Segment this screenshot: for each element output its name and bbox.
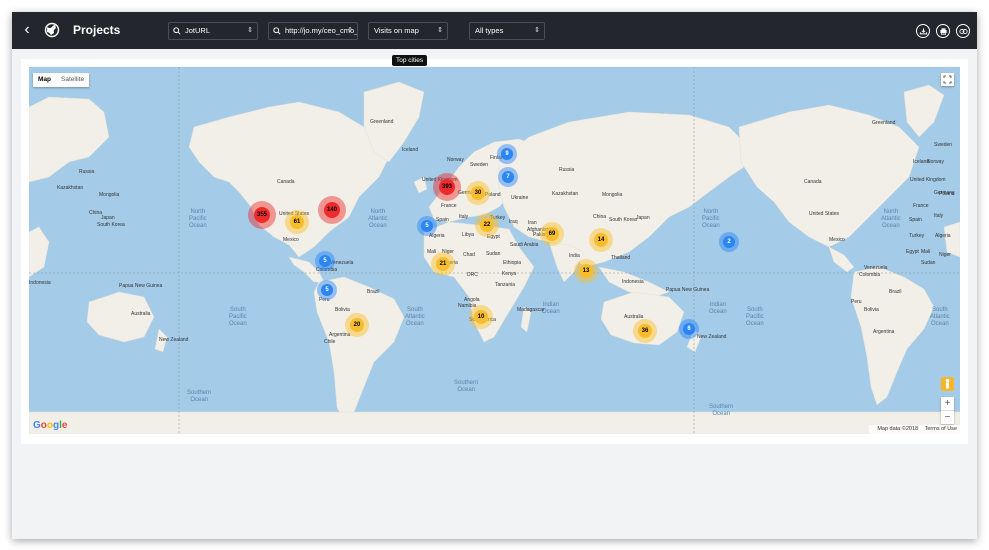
visit-cluster-marker[interactable]: 5 — [317, 280, 337, 300]
visit-cluster-count: 5 — [421, 220, 433, 232]
street-view-pegman-icon[interactable] — [941, 377, 954, 391]
visit-cluster-count: 7 — [502, 171, 514, 183]
visit-cluster-marker[interactable]: 21 — [431, 252, 455, 276]
visit-cluster-count: 14 — [594, 233, 608, 247]
dropdown-arrow-icon: ⇕ — [347, 27, 353, 34]
type-filter-value: All types — [475, 26, 504, 35]
zoom-control: + − — [941, 397, 954, 424]
visit-cluster-count: 13 — [579, 264, 593, 278]
zoom-out-button[interactable]: − — [941, 411, 954, 424]
page-title: Projects — [73, 23, 121, 37]
visit-cluster-marker[interactable]: 355 — [248, 201, 276, 229]
visit-cluster-count: 22 — [480, 218, 494, 232]
visit-cluster-marker[interactable]: 9 — [497, 144, 517, 164]
visit-cluster-marker[interactable]: 7 — [498, 167, 518, 187]
chart-type-dropdown[interactable]: Visits on map ⇕ — [368, 22, 448, 40]
visit-cluster-marker[interactable]: 20 — [345, 313, 369, 337]
visit-cluster-count: 21 — [436, 257, 450, 271]
visit-cluster-count: 36 — [638, 324, 652, 338]
chart-type-value: Visits on map — [374, 26, 419, 35]
visit-cluster-count: 69 — [545, 227, 559, 241]
zoom-in-button[interactable]: + — [941, 397, 954, 410]
visit-cluster-count: 140 — [324, 202, 340, 218]
visit-cluster-marker[interactable]: 5 — [417, 216, 437, 236]
visit-cluster-marker[interactable]: 6 — [679, 319, 699, 339]
dropdown-arrow-icon: ⇕ — [534, 27, 540, 34]
visit-cluster-count: 393 — [439, 179, 455, 195]
visit-cluster-marker[interactable]: 61 — [285, 210, 309, 234]
visit-cluster-count: 5 — [319, 255, 331, 267]
visit-cluster-count: 355 — [254, 207, 270, 223]
visit-cluster-marker[interactable]: 22 — [475, 213, 499, 237]
map-card: Map Satellite + − Google Map data ©2018 … — [21, 59, 968, 444]
visit-cluster-marker[interactable]: 14 — [589, 228, 613, 252]
dropdown-arrow-icon: ⇕ — [247, 27, 253, 34]
search-icon — [273, 27, 281, 35]
map-land — [29, 67, 960, 434]
visit-cluster-marker[interactable]: 13 — [574, 259, 598, 283]
project-search-value: JotURL — [185, 26, 211, 35]
compare-icon[interactable] — [956, 24, 970, 38]
google-logo: Google — [33, 420, 68, 431]
print-icon[interactable] — [936, 24, 950, 38]
visit-cluster-count: 9 — [501, 148, 513, 160]
visit-cluster-count: 20 — [350, 318, 364, 332]
visit-cluster-count: 5 — [321, 284, 333, 296]
map-type-satellite-button[interactable]: Satellite — [56, 73, 89, 87]
link-search-dropdown[interactable]: http://jo.my/ceo_cmo_ ⇕ — [268, 22, 358, 40]
visit-cluster-count: 30 — [471, 186, 485, 200]
visit-cluster-count: 2 — [723, 236, 735, 248]
chevron-left-icon[interactable]: ‹ — [18, 21, 36, 39]
app-window: ‹ Projects JotURL ⇕ http://jo.my/ceo_cmo… — [12, 12, 977, 539]
visit-cluster-marker[interactable]: 2 — [719, 232, 739, 252]
map-type-map-button[interactable]: Map — [33, 73, 56, 87]
download-icon[interactable] — [916, 24, 930, 38]
world-map[interactable]: Map Satellite + − Google Map data ©2018 … — [29, 67, 960, 434]
visit-cluster-count: 10 — [474, 310, 488, 324]
map-type-control: Map Satellite — [33, 73, 90, 87]
visit-cluster-marker[interactable]: 140 — [318, 196, 346, 224]
globe-icon[interactable] — [44, 22, 60, 38]
type-filter-dropdown[interactable]: All types ⇕ — [469, 22, 545, 40]
top-navigation-bar: ‹ Projects JotURL ⇕ http://jo.my/ceo_cmo… — [12, 12, 977, 49]
map-data-text: Map data ©2018 — [877, 426, 919, 432]
visit-cluster-marker[interactable]: 10 — [469, 305, 493, 329]
visit-cluster-marker[interactable]: 69 — [540, 222, 564, 246]
dropdown-arrow-icon: ⇕ — [437, 27, 443, 34]
project-search-dropdown[interactable]: JotURL ⇕ — [168, 22, 258, 40]
visit-cluster-marker[interactable]: 5 — [315, 251, 335, 271]
map-attribution: Map data ©2018 Terms of Use — [869, 425, 960, 434]
visit-cluster-count: 61 — [290, 215, 304, 229]
fullscreen-icon[interactable] — [941, 73, 954, 86]
visit-cluster-marker[interactable]: 30 — [466, 181, 490, 205]
visit-cluster-marker[interactable]: 393 — [433, 173, 461, 201]
search-icon — [173, 27, 181, 35]
visit-cluster-count: 6 — [683, 323, 695, 335]
tooltip-top-cities: Top cities — [392, 55, 428, 66]
visit-cluster-marker[interactable]: 36 — [633, 319, 657, 343]
terms-of-use-link[interactable]: Terms of Use — [925, 426, 957, 432]
